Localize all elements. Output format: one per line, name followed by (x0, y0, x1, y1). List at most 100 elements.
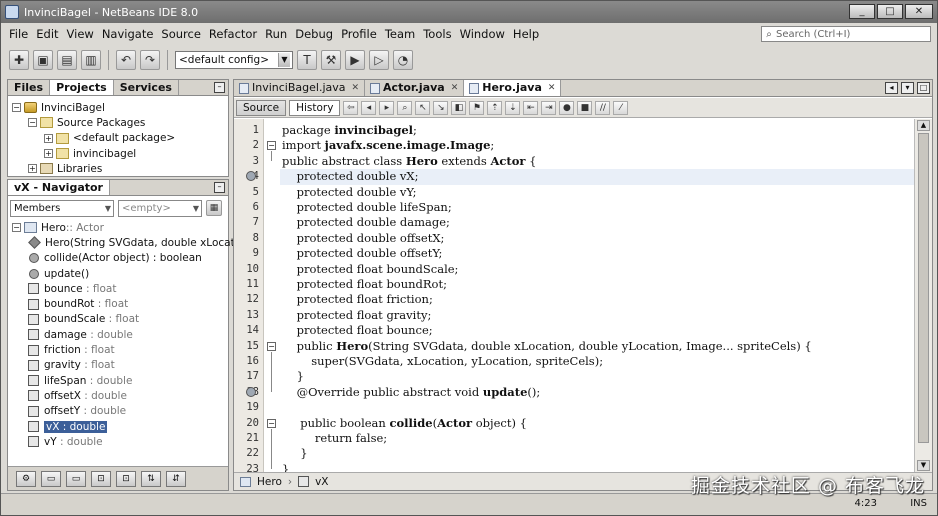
code-line[interactable]: package invincibagel; (282, 123, 417, 138)
navigator-member[interactable]: boundScale : float (12, 312, 224, 327)
collapse-icon[interactable]: − (12, 223, 21, 233)
code-line[interactable]: protected float friction; (282, 292, 433, 307)
shift-left-icon[interactable]: ⇤ (523, 100, 539, 115)
tab-hero-java[interactable]: Hero.java ✕ (464, 80, 562, 96)
navigator-member[interactable]: offsetY : double (12, 404, 224, 419)
menu-file[interactable]: File (5, 27, 32, 41)
fold-collapse-icon[interactable]: − (267, 341, 276, 351)
navigator-member[interactable]: lifeSpan : double (12, 373, 224, 388)
code-area[interactable]: package invincibagel; import javafx.scene… (280, 119, 914, 472)
menu-run[interactable]: Run (261, 27, 291, 41)
code-line[interactable]: protected float gravity; (282, 308, 432, 323)
menu-navigate[interactable]: Navigate (98, 27, 158, 41)
menu-debug[interactable]: Debug (291, 27, 337, 41)
menu-team[interactable]: Team (381, 27, 419, 41)
override-marker-icon[interactable] (246, 386, 256, 397)
build-hammer-icon[interactable]: T (297, 50, 317, 70)
navigator-member[interactable]: collide(Actor object) : boolean (12, 251, 224, 266)
menu-view[interactable]: View (63, 27, 98, 41)
code-line[interactable]: } (282, 446, 307, 461)
code-line[interactable]: protected double offsetY; (282, 246, 443, 261)
navigator-member[interactable]: boundRot : float (12, 296, 224, 311)
expand-icon[interactable]: + (44, 149, 53, 159)
menu-edit[interactable]: Edit (32, 27, 62, 41)
show-fields-icon[interactable]: ▭ (41, 470, 61, 487)
navigator-member[interactable]: Hero(String SVGdata, double xLocation, (12, 235, 254, 250)
config-select[interactable]: <default config> ▼ (175, 51, 293, 69)
code-line[interactable]: super(SVGdata, xLocation, yLocation, spr… (282, 354, 603, 369)
toggle-highlight-icon[interactable]: ◧ (451, 100, 467, 115)
run-icon[interactable]: ▶ (345, 50, 365, 70)
show-nonpublic-icon[interactable]: ⊡ (91, 470, 111, 487)
code-line[interactable]: return false; (282, 431, 387, 446)
tree-item-source-packages[interactable]: − Source Packages (12, 115, 224, 130)
redo-icon[interactable]: ↷ (140, 50, 160, 70)
tree-item-project[interactable]: − InvinciBagel (12, 100, 224, 115)
navigator-member[interactable]: vY : double (12, 434, 224, 449)
tree-item-libraries[interactable]: + Libraries (12, 161, 224, 176)
navigator-member[interactable]: damage : double (12, 327, 224, 342)
open-project-icon[interactable]: ▤ (57, 50, 77, 70)
expand-icon[interactable]: + (44, 133, 53, 143)
save-all-icon[interactable]: ▥ (81, 50, 101, 70)
history-view-button[interactable]: History (289, 99, 341, 116)
menu-tools[interactable]: Tools (419, 27, 455, 41)
uncomment-icon[interactable]: ⁄ (613, 100, 629, 115)
code-line[interactable]: protected double vY; (282, 185, 417, 200)
fold-collapse-icon[interactable]: − (267, 418, 276, 428)
search-input[interactable]: ⌕ Search (Ctrl+I) (761, 26, 931, 42)
minimize-panel-button[interactable]: – (214, 82, 225, 93)
empty-filter-select[interactable]: <empty> ▼ (118, 200, 202, 217)
navigator-member[interactable]: friction : float (12, 342, 224, 357)
source-view-button[interactable]: Source (236, 99, 287, 116)
navigator-member[interactable]: offsetX : double (12, 388, 224, 403)
navigator-member[interactable]: update() (12, 266, 224, 281)
code-line[interactable]: @Override public abstract void update(); (282, 385, 541, 400)
show-inherited-icon[interactable]: ⚙ (16, 470, 36, 487)
expand-icon[interactable]: + (28, 164, 37, 174)
close-window-button[interactable]: ✕ (905, 4, 933, 19)
breadcrumb-field[interactable]: vX (315, 476, 328, 488)
back-icon[interactable]: ◂ (361, 100, 377, 115)
menu-profile[interactable]: Profile (337, 27, 381, 41)
find-previous-icon[interactable]: ↖ (415, 100, 431, 115)
tab-actor-java[interactable]: Actor.java ✕ (365, 80, 465, 96)
code-line[interactable]: protected float boundRot; (282, 277, 447, 292)
code-line[interactable]: protected double vX; (282, 169, 419, 184)
code-line[interactable]: public Hero(String SVGdata, double xLoca… (282, 339, 812, 354)
navigator-options-icon[interactable]: ▦ (206, 200, 222, 216)
tree-item-hero-class[interactable]: − Hero :: Actor (12, 220, 224, 235)
maximize-window-button[interactable]: □ (877, 4, 903, 19)
minimize-window-button[interactable]: _ (849, 4, 875, 19)
profile-icon[interactable]: ◔ (393, 50, 413, 70)
previous-bookmark-icon[interactable]: ⇡ (487, 100, 503, 115)
tab-services[interactable]: Services (114, 80, 179, 95)
fold-collapse-icon[interactable]: − (267, 141, 276, 151)
code-line[interactable]: } (282, 462, 289, 472)
code-line[interactable]: } (282, 369, 304, 384)
start-macro-icon[interactable]: ● (559, 100, 575, 115)
collapse-icon[interactable]: − (12, 103, 21, 113)
toggle-bookmark-icon[interactable]: ⚑ (469, 100, 485, 115)
shift-right-icon[interactable]: ⇥ (541, 100, 557, 115)
show-constructors-icon[interactable]: ⊡ (116, 470, 136, 487)
menu-window[interactable]: Window (456, 27, 509, 41)
code-line[interactable]: import javafx.scene.image.Image; (282, 138, 494, 153)
menu-refactor[interactable]: Refactor (205, 27, 261, 41)
tab-files[interactable]: Files (8, 80, 51, 95)
members-filter-select[interactable]: Members ▼ (10, 200, 114, 217)
vertical-scrollbar[interactable]: ▲ ▼ (914, 119, 932, 472)
scroll-down-icon[interactable]: ▼ (917, 460, 930, 471)
code-line[interactable]: public boolean collide(Actor object) { (282, 416, 527, 431)
maximize-editor-icon[interactable]: □ (917, 82, 930, 94)
code-line[interactable]: protected float boundScale; (282, 262, 459, 277)
close-tab-icon[interactable]: ✕ (451, 80, 459, 96)
code-line[interactable]: protected float bounce; (282, 323, 433, 338)
tree-item-invincibagel-package[interactable]: + invincibagel (12, 146, 224, 161)
close-tab-icon[interactable]: ✕ (352, 80, 360, 96)
show-static-icon[interactable]: ▭ (66, 470, 86, 487)
tab-navigator[interactable]: vX - Navigator (8, 180, 110, 195)
code-line[interactable]: public abstract class Hero extends Actor… (282, 154, 536, 169)
tab-list-icon[interactable]: ▾ (901, 82, 914, 94)
navigator-member[interactable]: gravity : float (12, 358, 224, 373)
